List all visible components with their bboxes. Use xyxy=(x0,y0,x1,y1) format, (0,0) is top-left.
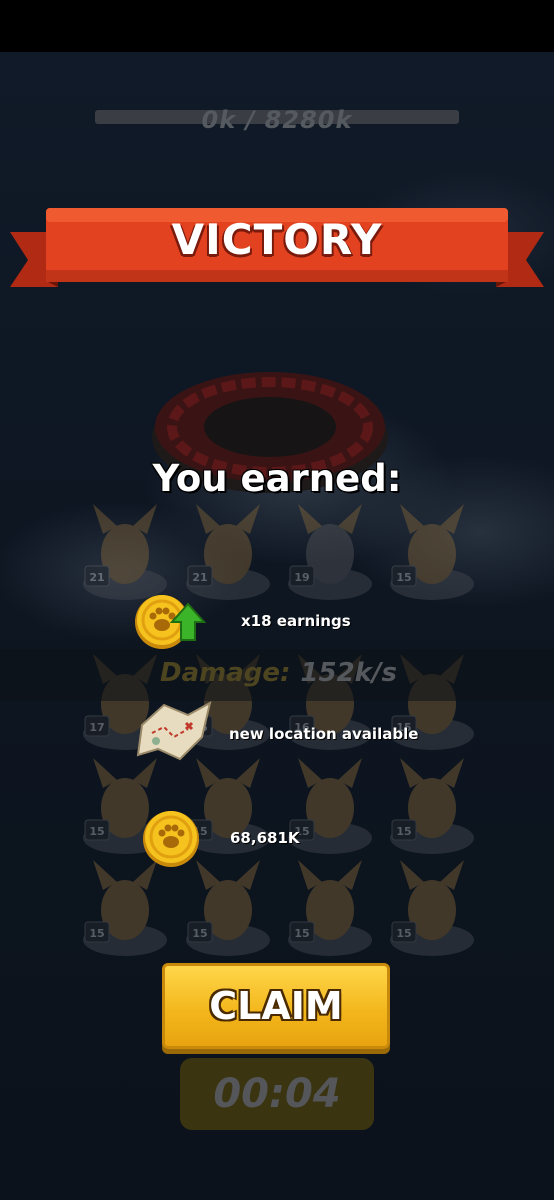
unit-level: 17 xyxy=(89,721,104,734)
unit-slot: 15 xyxy=(186,860,270,956)
paw-coin-boost-icon xyxy=(135,595,207,649)
reward-label-location: new location available xyxy=(229,725,419,743)
treasure-map-icon xyxy=(136,701,212,761)
unit-level: 15 xyxy=(396,571,411,584)
unit-level: 15 xyxy=(396,927,411,940)
unit-slot: 21 xyxy=(83,504,167,600)
unit-slot: 21 xyxy=(186,504,270,600)
unit-level: 21 xyxy=(192,571,207,584)
unit-level: 21 xyxy=(89,571,104,584)
damage-value: 152k/s xyxy=(300,658,397,688)
unit-slot: 15 xyxy=(83,860,167,956)
reward-label-earnings: x18 earnings xyxy=(241,612,351,630)
claim-button[interactable]: CLAIM xyxy=(162,963,390,1049)
unit-slot: 15 xyxy=(390,758,474,854)
unit-level: 15 xyxy=(294,927,309,940)
unit-level: 15 xyxy=(89,927,104,940)
unit-level: 15 xyxy=(192,927,207,940)
unit-slot: 15 xyxy=(390,860,474,956)
unit-slot: 19 xyxy=(288,504,372,600)
timer-box: 00:04 xyxy=(180,1058,374,1130)
unit-slot: 15 xyxy=(288,860,372,956)
rewards-title: You earned: xyxy=(152,457,402,500)
status-bar xyxy=(0,0,554,52)
timer-value: 00:04 xyxy=(213,1071,341,1117)
reward-label-coins: 68,681K xyxy=(230,829,300,847)
unit-level: 15 xyxy=(89,825,104,838)
game-scene: 0k / 8280k 21211915171616151515151515151… xyxy=(0,52,554,1200)
claim-button-label: CLAIM xyxy=(209,984,343,1028)
damage-readout: Damage: 152k/s xyxy=(160,658,397,688)
unit-level: 19 xyxy=(294,571,309,584)
unit-level: 15 xyxy=(396,825,411,838)
unit-slot: 15 xyxy=(288,758,372,854)
unit-slot: 15 xyxy=(390,504,474,600)
paw-coin-icon xyxy=(143,811,199,867)
victory-title: VICTORY xyxy=(171,215,383,264)
damage-label: Damage: xyxy=(160,658,291,688)
